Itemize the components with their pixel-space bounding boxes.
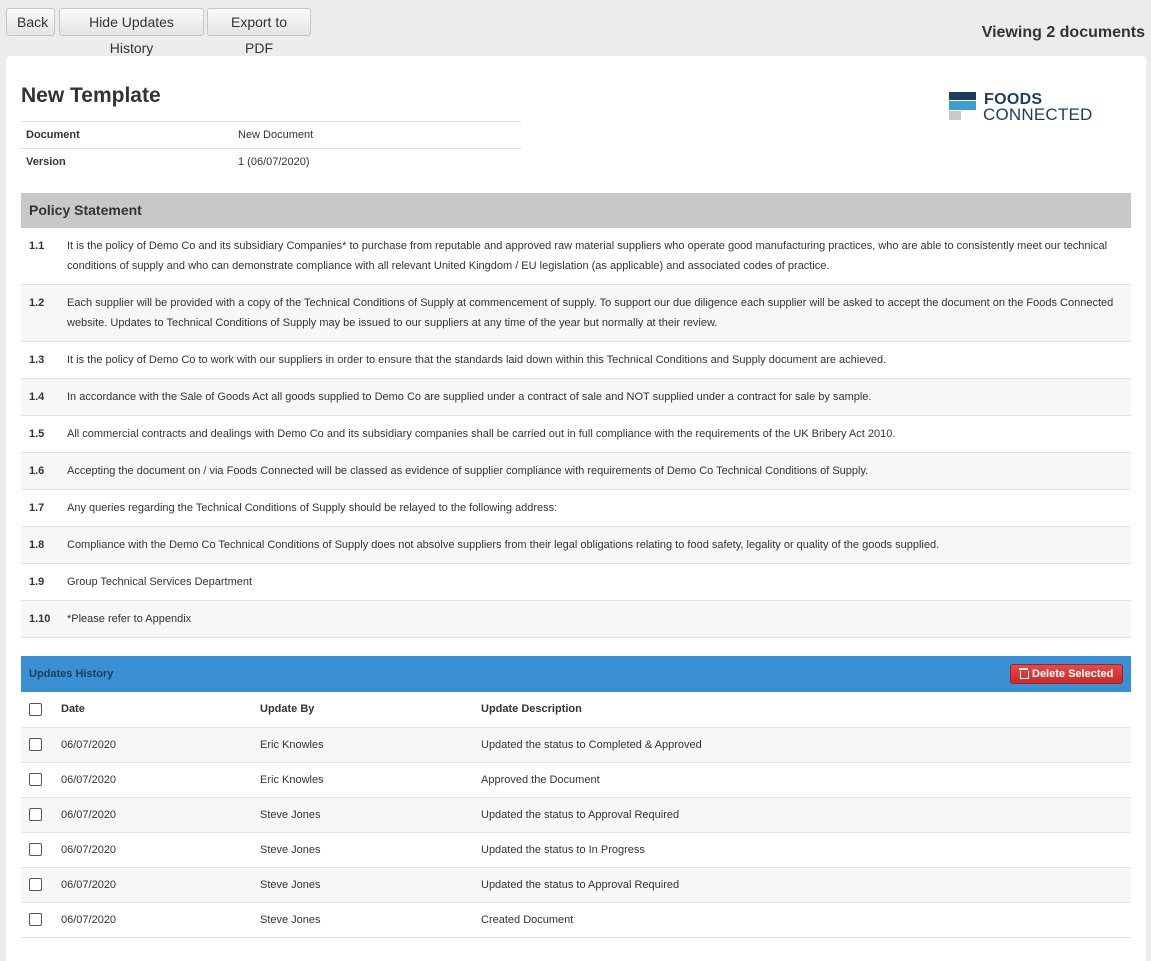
select-all-checkbox[interactable]	[29, 702, 42, 716]
policy-item-text: *Please refer to Appendix	[67, 613, 192, 625]
document-meta-table: Document New Document Version 1 (06/07/2…	[21, 121, 521, 176]
policy-item-number: 1.1	[29, 240, 45, 252]
policy-item-text: Compliance with the Demo Co Technical Co…	[67, 539, 940, 551]
policy-item-number: 1.10	[29, 613, 51, 625]
column-header-date[interactable]: Date	[61, 692, 260, 728]
policy-item: 1.5 All commercial contracts and dealing…	[21, 416, 1131, 453]
policy-item-text: Accepting the document on / via Foods Co…	[67, 465, 869, 477]
policy-item-text: In accordance with the Sale of Goods Act…	[67, 391, 872, 403]
row-date: 06/07/2020	[61, 797, 260, 833]
row-update-by: Eric Knowles	[260, 727, 481, 763]
foods-connected-logo: FOODS CONNECTED	[949, 91, 1099, 124]
row-select-cell	[21, 902, 61, 938]
meta-key: Version	[21, 148, 233, 176]
row-select-cell	[21, 832, 61, 868]
row-date: 06/07/2020	[61, 867, 260, 903]
row-checkbox[interactable]	[29, 773, 42, 786]
row-description: Updated the status to Approval Required	[481, 867, 1131, 903]
row-description: Created Document	[481, 902, 1131, 938]
row-update-by: Steve Jones	[260, 797, 481, 833]
policy-statement-header: Policy Statement	[21, 193, 1131, 228]
policy-item-number: 1.2	[29, 297, 45, 309]
row-description: Updated the status to Completed & Approv…	[481, 727, 1131, 763]
row-date: 06/07/2020	[61, 832, 260, 868]
policy-item-number: 1.6	[29, 465, 45, 477]
policy-item-text: Group Technical Services Department	[67, 576, 253, 588]
table-row: 06/07/2020 Steve Jones Updated the statu…	[21, 797, 1131, 833]
row-update-by: Steve Jones	[260, 832, 481, 868]
policy-item-number: 1.3	[29, 354, 45, 366]
row-checkbox[interactable]	[29, 738, 42, 751]
row-select-cell	[21, 762, 61, 798]
select-all-cell	[21, 692, 61, 728]
policy-item: 1.9 Group Technical Services Department	[21, 564, 1131, 601]
column-header-update-by[interactable]: Update By	[260, 692, 481, 728]
policy-item-text: Any queries regarding the Technical Cond…	[67, 502, 558, 514]
policy-item: 1.10 *Please refer to Appendix	[21, 601, 1131, 638]
row-select-cell	[21, 797, 61, 833]
export-pdf-button[interactable]: Export to PDF	[207, 8, 311, 56]
policy-item-text: It is the policy of Demo Co and its subs…	[67, 240, 1108, 272]
row-checkbox[interactable]	[29, 843, 42, 856]
policy-item-number: 1.4	[29, 391, 45, 403]
meta-row: Document New Document	[21, 121, 521, 149]
updates-history-table: Date Update By Update Description 06/07/…	[21, 692, 1131, 938]
policy-item: 1.1 It is the policy of Demo Co and its …	[21, 228, 1131, 285]
policy-list: 1.1 It is the policy of Demo Co and its …	[21, 228, 1131, 638]
row-description: Approved the Document	[481, 762, 1131, 798]
policy-item-text: All commercial contracts and dealings wi…	[67, 428, 896, 440]
row-checkbox[interactable]	[29, 808, 42, 821]
table-header-row: Date Update By Update Description	[21, 692, 1131, 728]
meta-value: 1 (06/07/2020)	[233, 148, 521, 176]
row-select-cell	[21, 727, 61, 763]
logo-text-connected: CONNECTED	[983, 105, 1093, 124]
policy-item-number: 1.8	[29, 539, 45, 551]
page-title: New Template	[21, 84, 161, 107]
delete-selected-button[interactable]: Delete Selected	[1010, 664, 1123, 684]
row-update-by: Steve Jones	[260, 867, 481, 903]
meta-value: New Document	[233, 121, 521, 149]
updates-history-title: Updates History	[29, 668, 114, 680]
table-row: 06/07/2020 Eric Knowles Updated the stat…	[21, 727, 1131, 763]
table-row: 06/07/2020 Steve Jones Updated the statu…	[21, 832, 1131, 868]
table-row: 06/07/2020 Steve Jones Updated the statu…	[21, 867, 1131, 903]
viewing-count: Viewing 2 documents	[981, 24, 1145, 41]
hide-updates-history-button[interactable]: Hide Updates History	[59, 8, 204, 56]
meta-key: Document	[21, 121, 233, 149]
back-button[interactable]: Back	[6, 8, 55, 36]
meta-row: Version 1 (06/07/2020)	[21, 148, 521, 176]
row-update-by: Steve Jones	[260, 902, 481, 938]
policy-item: 1.4 In accordance with the Sale of Goods…	[21, 379, 1131, 416]
policy-item-number: 1.7	[29, 502, 45, 514]
delete-selected-label: Delete Selected	[1032, 668, 1114, 680]
policy-item-number: 1.9	[29, 576, 45, 588]
row-date: 06/07/2020	[61, 727, 260, 763]
table-row: 06/07/2020 Eric Knowles Approved the Doc…	[21, 762, 1131, 798]
policy-item: 1.8 Compliance with the Demo Co Technica…	[21, 527, 1131, 564]
policy-item: 1.2 Each supplier will be provided with …	[21, 285, 1131, 342]
policy-item: 1.6 Accepting the document on / via Food…	[21, 453, 1131, 490]
column-header-update-description[interactable]: Update Description	[481, 692, 1131, 728]
policy-item-text: It is the policy of Demo Co to work with…	[67, 354, 887, 366]
updates-history-header: Updates History Delete Selected	[21, 656, 1131, 692]
policy-item-number: 1.5	[29, 428, 45, 440]
row-select-cell	[21, 867, 61, 903]
trash-icon	[1019, 668, 1029, 679]
top-toolbar: Back Hide Updates History Export to PDF …	[0, 0, 1151, 56]
row-description: Updated the status to In Progress	[481, 832, 1131, 868]
row-update-by: Eric Knowles	[260, 762, 481, 798]
logo-mark	[949, 111, 961, 120]
table-row: 06/07/2020 Steve Jones Created Document	[21, 902, 1131, 938]
policy-item: 1.7 Any queries regarding the Technical …	[21, 490, 1131, 527]
row-date: 06/07/2020	[61, 902, 260, 938]
row-checkbox[interactable]	[29, 878, 42, 891]
policy-item-text: Each supplier will be provided with a co…	[67, 297, 1114, 329]
logo-mark	[949, 101, 976, 110]
row-checkbox[interactable]	[29, 913, 42, 926]
row-description: Updated the status to Approval Required	[481, 797, 1131, 833]
policy-item: 1.3 It is the policy of Demo Co to work …	[21, 342, 1131, 379]
logo-mark	[949, 92, 976, 100]
document-card: New Template Document New Document Versi…	[6, 56, 1146, 961]
row-date: 06/07/2020	[61, 762, 260, 798]
